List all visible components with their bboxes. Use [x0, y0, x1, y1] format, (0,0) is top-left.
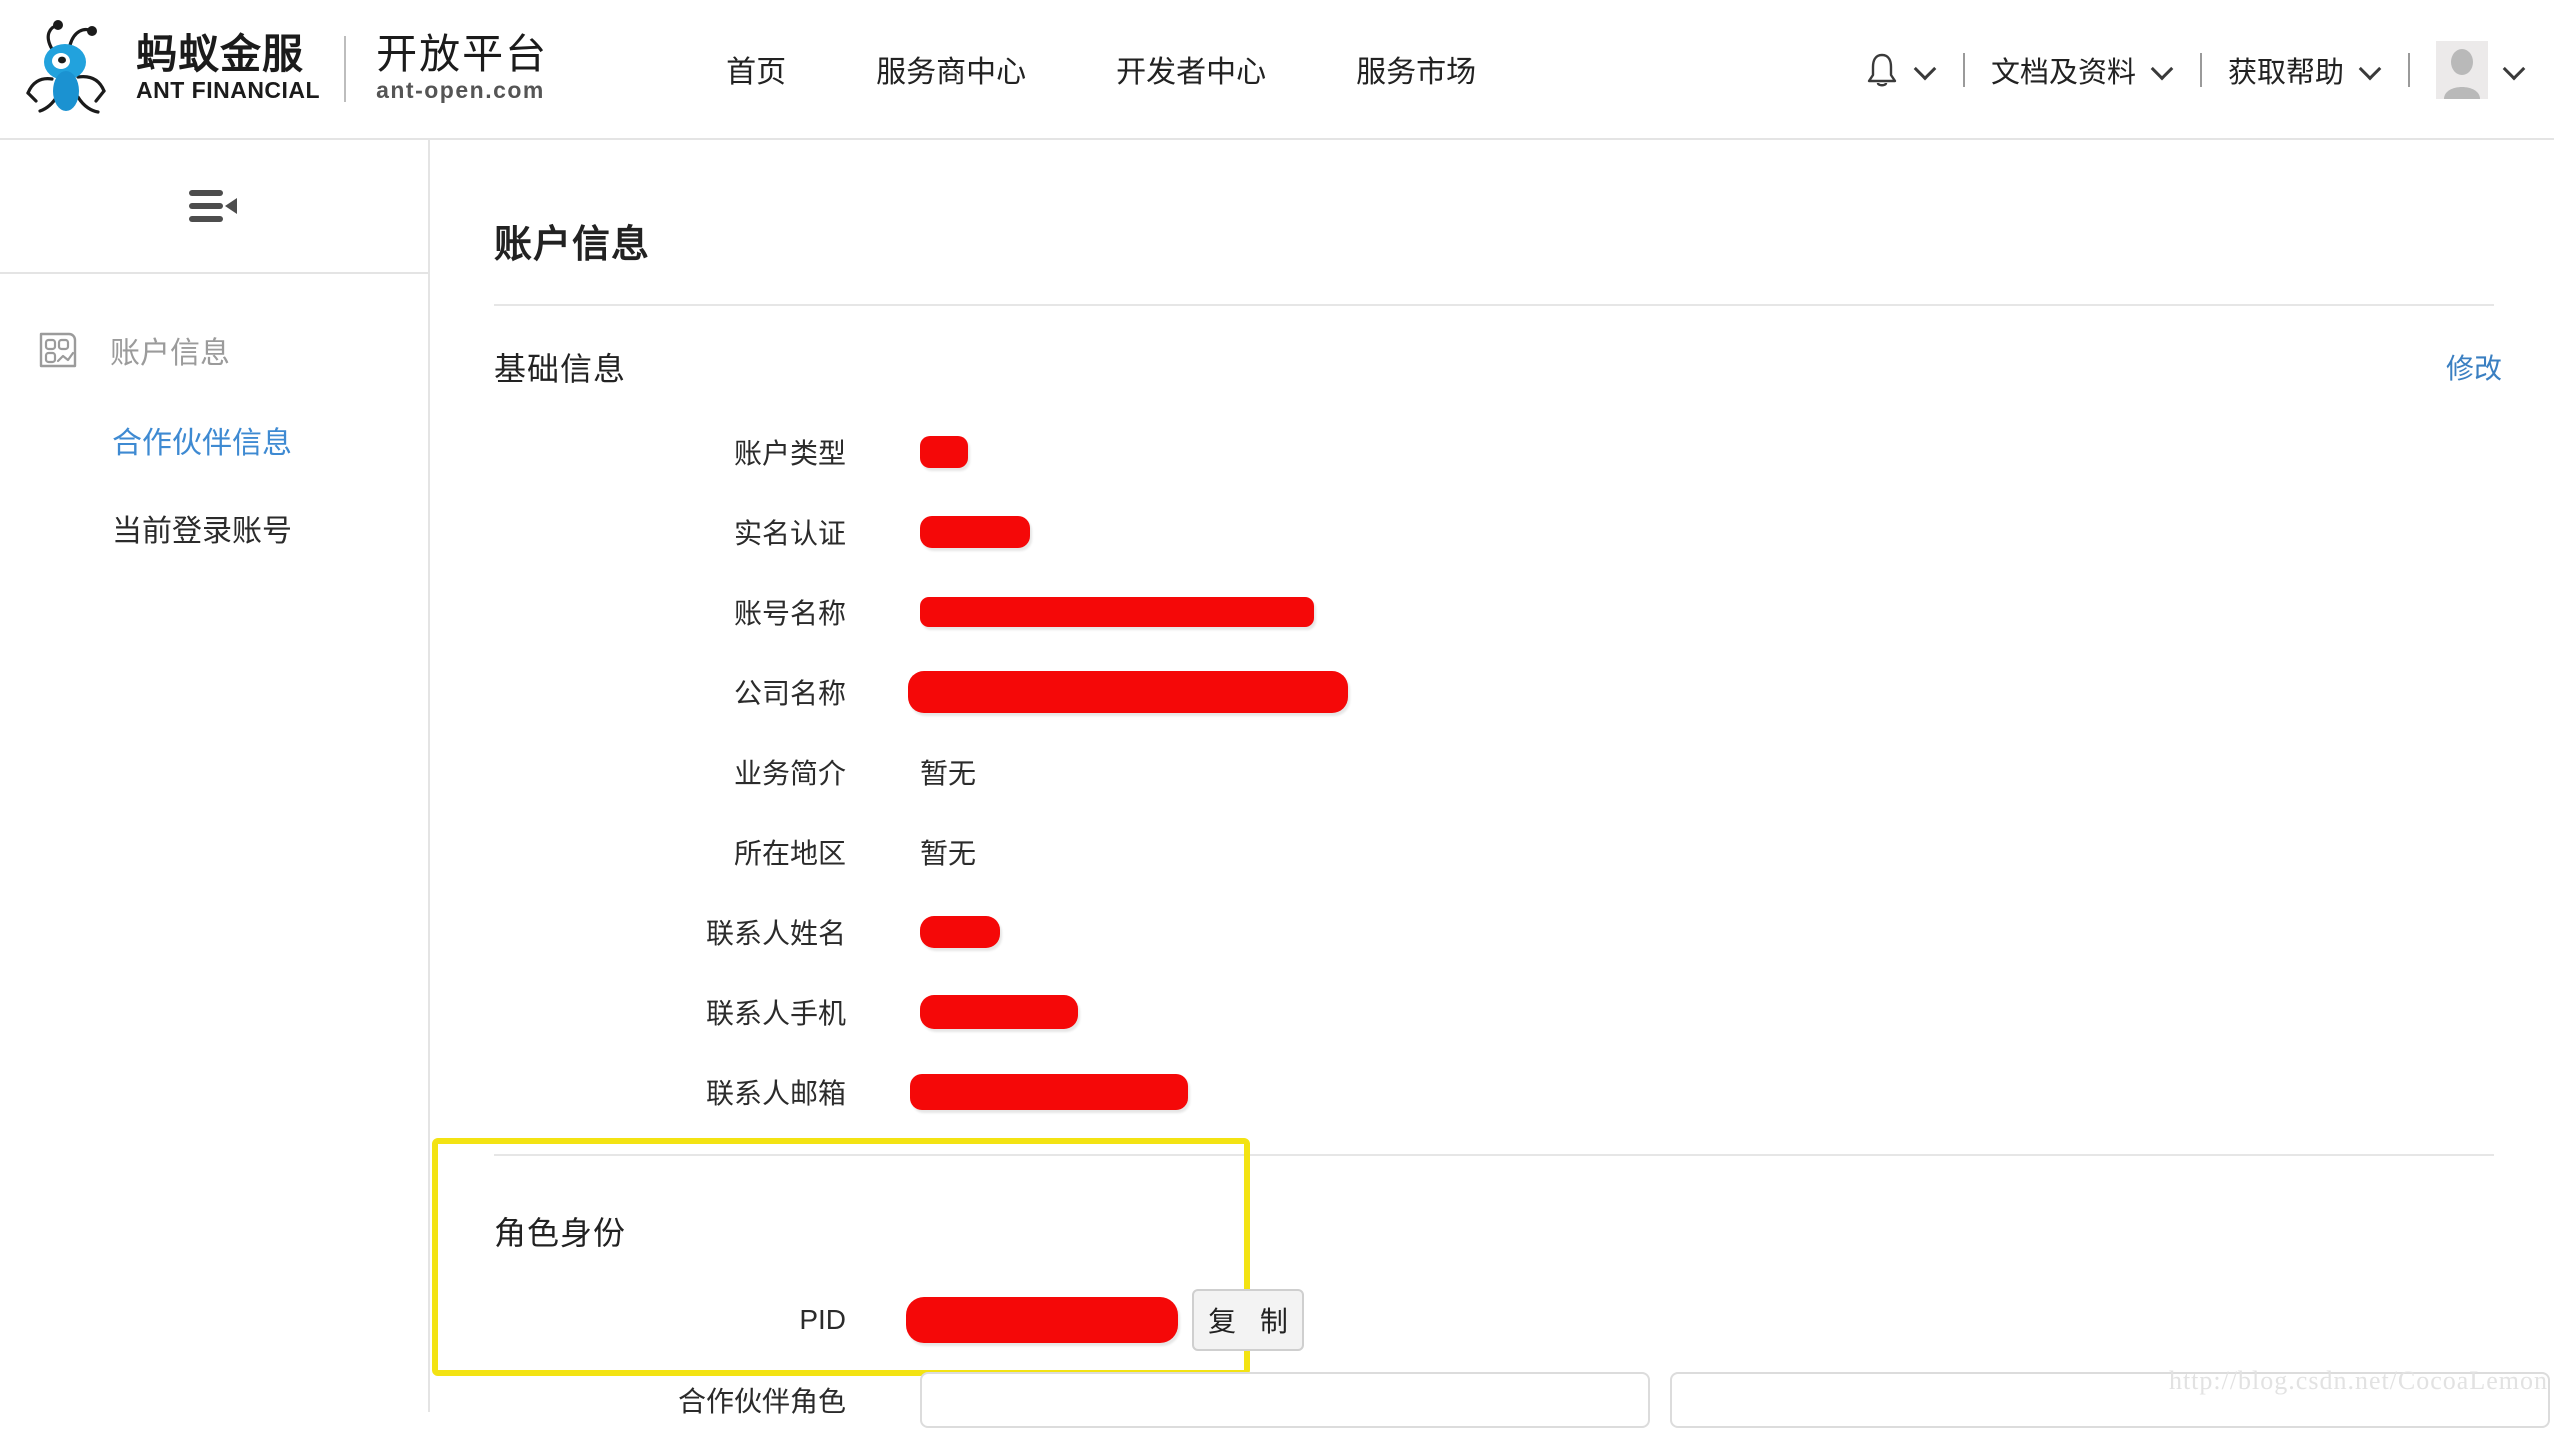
redaction-mark	[920, 516, 1030, 549]
field-value	[920, 572, 1314, 652]
field-value	[920, 412, 968, 492]
field-label: 实名认证	[733, 518, 846, 550]
collapse-menu-icon[interactable]	[185, 186, 243, 226]
brand-logo[interactable]: 蚂蚁金服 ANT FINANCIAL 开放平台 ant-open.com	[22, 19, 548, 119]
avatar[interactable]	[2436, 41, 2488, 99]
field-label: 公司名称	[733, 678, 846, 710]
redaction-mark	[920, 436, 968, 469]
field-row-business-intro: 业务简介 暂无	[432, 732, 2554, 812]
nav-item-dev-center[interactable]: 开发者中心	[1116, 47, 1266, 91]
bell-icon[interactable]	[1865, 51, 1899, 89]
field-row-real-name-auth: 实名认证	[432, 492, 2554, 572]
partner-role-input[interactable]	[920, 1372, 1650, 1429]
basic-info-title: 基础信息	[494, 351, 627, 388]
field-label: 联系人邮箱	[705, 1078, 846, 1110]
field-label: 业务简介	[733, 758, 846, 790]
field-value	[910, 1052, 1188, 1132]
copy-button[interactable]: 复 制	[1192, 1289, 1304, 1352]
field-label: 所在地区	[733, 838, 846, 870]
field-value	[920, 492, 1030, 572]
nav-item-isv-center[interactable]: 服务商中心	[876, 47, 1026, 91]
avatar-icon	[2444, 49, 2480, 99]
header-separator-1	[1962, 53, 1965, 87]
nav-item-market[interactable]: 服务市场	[1356, 47, 1476, 91]
page-title: 账户信息	[494, 224, 651, 267]
redaction-mark	[908, 671, 1348, 714]
sidebar-collapse-bar	[0, 140, 428, 274]
field-row-account-name: 账号名称	[432, 572, 2554, 652]
field-value	[920, 972, 1078, 1052]
basic-info-section-header: 基础信息 修改	[432, 306, 2554, 390]
bell-chevron-down-icon[interactable]	[1915, 59, 1937, 81]
sidebar: 账户信息 合作伙伴信息 当前登录账号	[0, 140, 430, 1412]
redaction-mark	[906, 1297, 1178, 1344]
header-separator-2	[2199, 53, 2202, 87]
field-value: 暂无	[920, 758, 977, 790]
docs-menu-label[interactable]: 文档及资料	[1991, 49, 2136, 91]
sidebar-item-partner-info[interactable]: 合作伙伴信息	[0, 396, 428, 484]
main-content: 账户信息 基础信息 修改 账户类型 实名认证 账号名称 公司名称 业务简介 暂无…	[432, 140, 2554, 1429]
sidebar-group-account-info: 账户信息	[0, 304, 428, 396]
field-row-account-type: 账户类型	[432, 412, 2554, 492]
platform-url: ant-open.com	[376, 77, 545, 104]
main-navigation: 首页 服务商中心 开发者中心 服务市场	[726, 47, 1476, 91]
redaction-mark	[920, 597, 1314, 628]
role-form: PID 复 制 合作伙伴角色	[432, 1280, 2554, 1440]
field-row-contact-name: 联系人姓名	[432, 892, 2554, 972]
brand-cn-name: 蚂蚁金服	[136, 31, 304, 78]
field-row-region: 所在地区 暂无	[432, 812, 2554, 892]
field-row-contact-phone: 联系人手机	[432, 972, 2554, 1052]
top-header: 蚂蚁金服 ANT FINANCIAL 开放平台 ant-open.com 首页 …	[0, 0, 2554, 140]
role-identity-section: 角色身份 PID 复 制 合作伙伴角色	[432, 1138, 2554, 1440]
field-row-pid: PID 复 制	[432, 1280, 2554, 1360]
field-row-contact-email: 联系人邮箱	[432, 1052, 2554, 1132]
header-separator-3	[2408, 53, 2410, 87]
brand-en-name: ANT FINANCIAL	[136, 77, 321, 104]
help-menu-label[interactable]: 获取帮助	[2228, 49, 2344, 91]
platform-cn-name: 开放平台	[376, 31, 549, 78]
brand-name-block: 蚂蚁金服 ANT FINANCIAL	[136, 26, 320, 112]
field-label: 联系人手机	[705, 998, 846, 1030]
redaction-mark	[920, 995, 1078, 1030]
field-value	[908, 652, 1348, 732]
ant-financial-ant-icon	[26, 20, 106, 114]
role-identity-title: 角色身份	[494, 1215, 627, 1252]
edit-link[interactable]: 修改	[2446, 347, 2502, 387]
brand-divider	[344, 36, 347, 102]
header-right-actions: 文档及资料 获取帮助	[1865, 0, 2526, 140]
basic-info-form: 账户类型 实名认证 账号名称 公司名称 业务简介 暂无 所在地区 暂无 联系人姓…	[432, 412, 2554, 1132]
help-chevron-down-icon[interactable]	[2360, 59, 2382, 81]
platform-name-block: 开放平台 ant-open.com	[376, 26, 548, 112]
sidebar-item-current-account[interactable]: 当前登录账号	[0, 484, 428, 572]
field-value: 复 制	[906, 1280, 1304, 1360]
sidebar-group-label: 账户信息	[110, 337, 230, 370]
watermark: http://blog.csdn.net/CocoaLemon	[2168, 1366, 2548, 1395]
nav-item-home[interactable]: 首页	[726, 47, 786, 91]
field-label: 合作伙伴角色	[677, 1386, 846, 1418]
account-card-icon	[39, 332, 77, 368]
redaction-mark	[920, 916, 1000, 949]
field-label: 联系人姓名	[705, 918, 846, 950]
field-value: 暂无	[920, 838, 977, 870]
sidebar-item-label: 合作伙伴信息	[112, 427, 292, 460]
field-label: 账号名称	[733, 598, 846, 630]
field-label: PID	[799, 1304, 846, 1336]
avatar-chevron-down-icon[interactable]	[2504, 59, 2526, 81]
docs-chevron-down-icon[interactable]	[2152, 59, 2174, 81]
sidebar-item-label: 当前登录账号	[112, 515, 292, 548]
field-label: 账户类型	[733, 438, 846, 470]
field-value	[920, 892, 1000, 972]
field-row-company-name: 公司名称	[432, 652, 2554, 732]
redaction-mark	[910, 1074, 1188, 1111]
